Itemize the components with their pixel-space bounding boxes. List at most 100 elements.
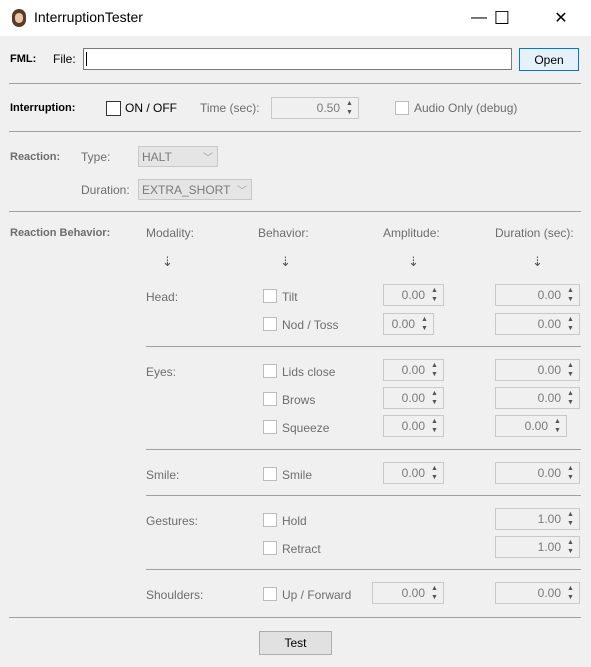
spin-up-icon[interactable]: ▲: [564, 538, 577, 547]
audio-only-checkbox[interactable]: [395, 101, 409, 115]
spin-up-icon[interactable]: ▲: [428, 389, 441, 398]
up-forward-amplitude-spinner[interactable]: 0.00 ▲ ▼: [372, 582, 444, 604]
tilt-duration-spinner[interactable]: 0.00 ▲ ▼: [495, 284, 580, 306]
nod-toss-checkbox[interactable]: [263, 317, 277, 331]
reaction-behavior-label: Reaction Behavior:: [10, 227, 111, 239]
spin-up-icon[interactable]: ▲: [564, 286, 577, 295]
hold-checkbox[interactable]: [263, 513, 277, 527]
time-spinner[interactable]: 0.50 ▲ ▼: [271, 97, 359, 119]
spin-down-icon[interactable]: ▼: [564, 295, 577, 304]
spin-up-icon[interactable]: ▲: [551, 417, 564, 426]
duration-label: Duration:: [81, 183, 130, 197]
brows-amplitude-spinner[interactable]: 0.00 ▲ ▼: [383, 387, 444, 409]
spin-down-icon[interactable]: ▼: [428, 426, 441, 435]
spin-down-icon[interactable]: ▼: [343, 108, 356, 117]
spin-up-icon[interactable]: ▲: [564, 584, 577, 593]
behavior-header: Behavior:: [258, 226, 309, 240]
spin-down-icon[interactable]: ▼: [564, 473, 577, 482]
hold-label: Hold: [282, 514, 307, 528]
interruption-on-off-checkbox[interactable]: [106, 101, 121, 116]
tilt-amplitude-spinner[interactable]: 0.00 ▲ ▼: [383, 284, 444, 306]
spin-down-icon[interactable]: ▼: [564, 398, 577, 407]
lids-close-checkbox[interactable]: [263, 364, 277, 378]
type-label: Type:: [81, 150, 111, 164]
spin-down-icon[interactable]: ▼: [428, 473, 441, 482]
spin-down-icon[interactable]: ▼: [564, 519, 577, 528]
smile-checkbox[interactable]: [263, 467, 277, 481]
spin-up-icon[interactable]: ▲: [564, 389, 577, 398]
separator: [146, 449, 581, 450]
file-path-input[interactable]: [83, 48, 512, 70]
time-value: 0.50: [316, 101, 340, 115]
amplitude-header: Amplitude:: [383, 226, 440, 240]
maximize-button[interactable]: ☐: [479, 0, 525, 36]
nod-toss-amplitude-spinner[interactable]: 0.00 ▲ ▼: [383, 313, 434, 335]
up-forward-duration-spinner[interactable]: 0.00 ▲ ▼: [495, 582, 580, 604]
file-label: File:: [53, 52, 76, 66]
type-select[interactable]: HALT ﹀: [138, 146, 218, 167]
lids-close-label: Lids close: [282, 365, 336, 379]
nod-toss-duration-spinner[interactable]: 0.00 ▲ ▼: [495, 313, 580, 335]
separator: [9, 83, 581, 84]
spin-down-icon[interactable]: ▼: [551, 426, 564, 435]
head-modality-label: Head:: [146, 290, 179, 304]
brows-duration-spinner[interactable]: 0.00 ▲ ▼: [495, 387, 580, 409]
brows-label: Brows: [282, 393, 316, 407]
app-icon: [12, 9, 26, 27]
title-bar: InterruptionTester — ☐ ✕: [0, 0, 591, 36]
lids-close-duration-spinner[interactable]: 0.00 ▲ ▼: [495, 359, 580, 381]
lids-close-amplitude-spinner[interactable]: 0.00 ▲ ▼: [383, 359, 444, 381]
separator: [146, 569, 581, 570]
spin-up-icon[interactable]: ▲: [428, 464, 441, 473]
spin-up-icon[interactable]: ▲: [564, 361, 577, 370]
text-caret: [86, 52, 87, 66]
retract-checkbox[interactable]: [263, 541, 277, 555]
spin-up-icon[interactable]: ▲: [564, 510, 577, 519]
separator: [9, 211, 581, 212]
brows-checkbox[interactable]: [263, 392, 277, 406]
test-button[interactable]: Test: [259, 631, 332, 655]
tilt-checkbox[interactable]: [263, 289, 277, 303]
squeeze-duration-spinner[interactable]: 0.00 ▲ ▼: [495, 415, 567, 437]
spin-down-icon[interactable]: ▼: [428, 398, 441, 407]
smile-duration-spinner[interactable]: 0.00 ▲ ▼: [495, 462, 580, 484]
audio-only-label: Audio Only (debug): [414, 101, 518, 115]
smile-amplitude-spinner[interactable]: 0.00 ▲ ▼: [383, 462, 444, 484]
spin-up-icon[interactable]: ▲: [428, 361, 441, 370]
gestures-modality-label: Gestures:: [146, 514, 199, 528]
smile-modality-label: Smile:: [146, 468, 180, 482]
open-button[interactable]: Open: [519, 48, 579, 71]
spin-down-icon[interactable]: ▼: [564, 324, 577, 333]
separator: [9, 617, 581, 618]
spin-up-icon[interactable]: ▲: [564, 464, 577, 473]
spin-up-icon[interactable]: ▲: [343, 99, 356, 108]
spin-up-icon[interactable]: ▲: [564, 315, 577, 324]
spin-up-icon[interactable]: ▲: [428, 584, 441, 593]
smile-label: Smile: [282, 468, 313, 482]
spin-down-icon[interactable]: ▼: [564, 547, 577, 556]
reaction-label: Reaction:: [10, 151, 61, 163]
spin-down-icon[interactable]: ▼: [428, 593, 441, 602]
up-forward-label: Up / Forward: [282, 588, 352, 602]
retract-duration-spinner[interactable]: 1.00 ▲ ▼: [495, 536, 580, 558]
spin-down-icon[interactable]: ▼: [428, 295, 441, 304]
spin-up-icon[interactable]: ▲: [418, 315, 431, 324]
spin-down-icon[interactable]: ▼: [564, 593, 577, 602]
squeeze-checkbox[interactable]: [263, 420, 277, 434]
eyes-modality-label: Eyes:: [146, 365, 177, 379]
maximize-icon: ☐: [493, 7, 511, 28]
up-forward-checkbox[interactable]: [263, 587, 277, 601]
spin-up-icon[interactable]: ▲: [428, 417, 441, 426]
spin-down-icon[interactable]: ▼: [564, 370, 577, 379]
duration-sec-header: Duration (sec):: [495, 226, 574, 240]
duration-select[interactable]: EXTRA_SHORT ﹀: [138, 179, 252, 200]
interruption-on-off-label: ON / OFF: [125, 101, 177, 115]
close-button[interactable]: ✕: [538, 0, 584, 36]
spin-down-icon[interactable]: ▼: [418, 324, 431, 333]
nod-toss-label: Nod / Toss: [282, 318, 339, 332]
fml-label: FML:: [10, 53, 37, 65]
squeeze-amplitude-spinner[interactable]: 0.00 ▲ ▼: [383, 415, 444, 437]
spin-up-icon[interactable]: ▲: [428, 286, 441, 295]
hold-duration-spinner[interactable]: 1.00 ▲ ▼: [495, 508, 580, 530]
spin-down-icon[interactable]: ▼: [428, 370, 441, 379]
